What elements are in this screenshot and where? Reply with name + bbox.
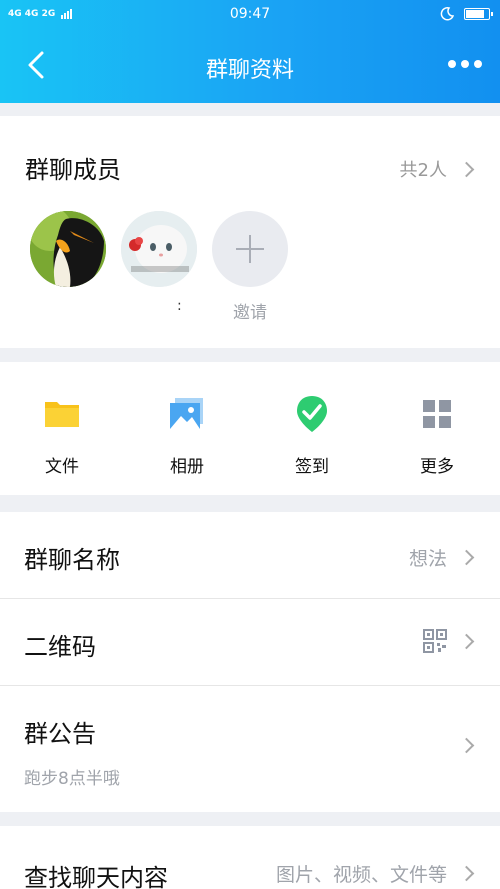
tool-files[interactable]: 文件	[12, 394, 112, 477]
invite-button[interactable]	[212, 211, 288, 287]
page-title: 群聊资料	[205, 58, 294, 83]
row-search-chat[interactable]: 查找聊天内容 图片、视频、文件等	[0, 826, 500, 889]
kitten-image-icon	[121, 211, 197, 287]
tool-checkin[interactable]: 签到	[262, 394, 362, 477]
avatar-kitten[interactable]	[121, 211, 197, 287]
network-label: 4G 4G 2G	[8, 9, 56, 19]
chevron-right-icon	[458, 633, 475, 649]
row-qrcode[interactable]: 二维码	[0, 599, 500, 686]
qr-code-icon	[423, 629, 447, 653]
tool-checkin-label: 签到	[295, 457, 329, 477]
tools-section: 文件 相册 签到 更多	[0, 362, 500, 495]
members-count: 共2人	[399, 160, 447, 181]
photo-album-icon	[170, 398, 203, 429]
settings-section: 群聊名称 想法 二维码 群公告 跑步8点半哦	[0, 512, 500, 812]
folder-icon	[45, 402, 79, 427]
check-in-icon	[297, 396, 327, 432]
row-notice[interactable]: 群公告 跑步8点半哦	[0, 686, 500, 812]
members-count-link[interactable]: 共2人	[399, 156, 475, 182]
notice-label: 群公告	[24, 720, 96, 748]
tool-album[interactable]: 相册	[137, 394, 237, 477]
chevron-right-icon	[458, 865, 475, 882]
chevron-right-icon	[458, 737, 475, 754]
status-bar: 4G 4G 2G 09:47	[0, 0, 500, 28]
network-indicator: 4G 4G 2G	[8, 9, 73, 19]
invite-label[interactable]: 邀请	[212, 298, 288, 323]
search-chat-value: 图片、视频、文件等	[275, 864, 447, 886]
group-name-label: 群聊名称	[24, 546, 120, 574]
plus-icon	[236, 235, 264, 263]
grid-more-icon	[423, 400, 451, 428]
tool-files-label: 文件	[45, 457, 79, 477]
tool-album-label: 相册	[170, 457, 204, 477]
penguin-icon	[30, 211, 106, 287]
more-options-icon[interactable]	[448, 54, 484, 74]
members-title: 群聊成员	[25, 156, 121, 184]
qrcode-label: 二维码	[24, 633, 96, 661]
signal-icon	[61, 9, 73, 19]
status-time: 09:47	[229, 6, 271, 22]
tool-more-label: 更多	[420, 457, 454, 477]
notice-content: 跑步8点半哦	[24, 769, 120, 789]
row-group-name[interactable]: 群聊名称 想法	[0, 512, 500, 599]
search-chat-label: 查找聊天内容	[24, 864, 168, 889]
battery-icon	[464, 8, 493, 20]
avatar-penguin[interactable]	[30, 211, 106, 287]
header-bar: 4G 4G 2G 09:47 群聊资料	[0, 0, 500, 103]
chevron-right-icon	[458, 161, 475, 177]
chevron-right-icon	[458, 549, 475, 566]
group-name-value: 想法	[408, 548, 447, 570]
tool-more[interactable]: 更多	[387, 394, 487, 477]
moon-icon	[440, 7, 454, 21]
